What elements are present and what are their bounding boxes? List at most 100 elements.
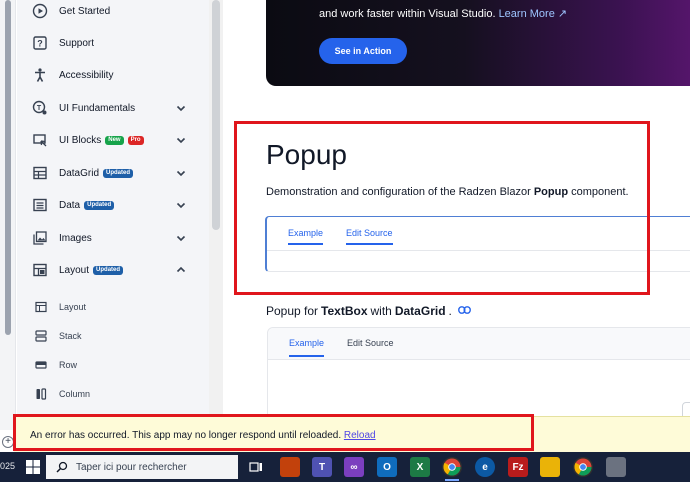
sidebar-item-label: Layout <box>59 264 90 276</box>
taskbar: 025 Taper ici pour rechercher T ∞ O X e … <box>0 452 690 482</box>
sidebar-item-label: Data <box>59 199 81 211</box>
file-explorer-icon[interactable] <box>540 457 560 477</box>
sidebar-item-accessibility[interactable]: Accessibility <box>17 59 209 91</box>
teams-icon[interactable]: T <box>312 457 332 477</box>
tab-edit-source[interactable]: Edit Source <box>346 228 393 245</box>
page-description: Demonstration and configuration of the R… <box>266 186 629 198</box>
sidebar-subitem-column[interactable]: Column <box>17 380 209 408</box>
sidebar-subitem-label: Row <box>59 360 78 370</box>
windows-start-icon[interactable] <box>26 460 40 474</box>
pro-badge: Pro <box>127 135 144 145</box>
new-badge: New <box>105 135 124 145</box>
updated-badge: Updated <box>84 200 115 210</box>
sidebar-subitem-stack[interactable]: Stack <box>17 322 209 350</box>
sidebar-item-label: Get Started <box>59 5 111 17</box>
promo-banner: and work faster within Visual Studio. Le… <box>266 0 690 86</box>
learn-more-link[interactable]: Learn More ↗ <box>499 8 568 20</box>
section-title-with: with <box>370 304 392 318</box>
sidebar-item-get-started[interactable]: Get Started <box>17 0 209 27</box>
ui-blocks-icon <box>32 132 48 148</box>
chevron-down-icon[interactable] <box>175 167 187 179</box>
sidebar-item-label: Images <box>59 232 92 244</box>
app-icon-orange[interactable] <box>280 457 300 477</box>
images-icon <box>32 230 48 246</box>
tab-example[interactable]: Example <box>289 338 325 357</box>
tab-edit-source[interactable]: Edit Source <box>347 338 394 348</box>
section-title-datagrid: DataGrid <box>394 304 446 318</box>
page-title: Popup <box>266 139 347 170</box>
sidebar-item-images[interactable]: Images <box>17 222 209 254</box>
row-icon <box>35 361 47 369</box>
tabs-divider <box>267 250 690 251</box>
layout-icon <box>32 262 48 278</box>
sidebar-item-ui-blocks[interactable]: UI Blocks New Pro <box>17 124 209 156</box>
error-banner: An error has occurred. This app may no l… <box>14 416 690 454</box>
chevron-down-icon[interactable] <box>175 102 187 114</box>
sidebar-item-layout[interactable]: Layout Updated <box>17 254 209 286</box>
svg-text:?: ? <box>37 39 43 49</box>
promo-text-body: and work faster within Visual Studio. <box>319 8 496 20</box>
updated-badge: Updated <box>103 168 134 178</box>
sidebar-item-label: Support <box>59 37 95 49</box>
help-box-icon: ? <box>32 35 48 51</box>
chrome-icon[interactable] <box>442 457 462 481</box>
chevron-down-icon[interactable] <box>175 134 187 146</box>
sidebar-item-label: DataGrid <box>59 167 100 179</box>
excel-icon[interactable]: X <box>410 457 430 477</box>
sidebar-item-data[interactable]: Data Updated <box>17 189 209 221</box>
task-view-icon[interactable] <box>246 457 266 477</box>
taskbar-clock-fragment: 025 <box>0 461 16 471</box>
expand-icon[interactable]: + <box>2 436 14 448</box>
section-title-period: . <box>448 304 452 318</box>
ui-fundamentals-icon: T <box>32 100 48 116</box>
sidebar-scroll-thumb[interactable] <box>212 0 220 230</box>
sidebar-item-datagrid[interactable]: DataGrid Updated <box>17 157 209 189</box>
sidebar-item-ui-fundamentals[interactable]: T UI Fundamentals <box>17 92 209 124</box>
stack-icon <box>35 330 47 342</box>
svg-text:T: T <box>37 105 42 112</box>
sidebar-subitem-label: Column <box>59 389 91 399</box>
chrome-icon[interactable] <box>573 457 593 477</box>
description-component-name: Popup <box>533 186 569 198</box>
page-tabs: Example Edit Source <box>265 216 690 272</box>
grid-icon <box>32 165 48 181</box>
page: + Get Started ? Support Accessibility T … <box>0 0 690 482</box>
see-in-action-button[interactable]: See in Action <box>319 38 407 64</box>
sidebar-item-label: UI Fundamentals <box>59 102 136 114</box>
outlook-icon[interactable]: O <box>377 457 397 477</box>
sidebar-subitem-row[interactable]: Row <box>17 351 209 379</box>
sidebar-subitem-label: Layout <box>59 302 87 312</box>
data-list-icon <box>32 197 48 213</box>
filezilla-icon[interactable]: Fz <box>508 457 528 477</box>
error-message-text: An error has occurred. This app may no l… <box>30 430 342 441</box>
section-title-textbox: TextBox <box>321 304 368 318</box>
visual-studio-icon[interactable]: ∞ <box>344 457 364 477</box>
sidebar-item-support[interactable]: ? Support <box>17 27 209 59</box>
sidebar-subitem-label: Stack <box>59 331 82 341</box>
paint-icon[interactable] <box>606 457 626 477</box>
column-icon <box>36 388 47 400</box>
taskbar-search[interactable]: Taper ici pour rechercher <box>46 455 238 479</box>
description-suffix: component. <box>568 186 629 198</box>
edge-icon[interactable]: e <box>475 457 495 477</box>
taskbar-search-placeholder: Taper ici pour rechercher <box>76 461 187 473</box>
sidebar-subitem-layout[interactable]: Layout <box>17 293 209 321</box>
chevron-up-icon[interactable] <box>175 264 187 276</box>
tab-example[interactable]: Example <box>288 228 324 245</box>
demo-tabs: Example Edit Source <box>268 328 690 360</box>
error-message: An error has occurred. This app may no l… <box>30 430 376 441</box>
sidebar-item-label: Accessibility <box>59 69 114 81</box>
chevron-down-icon[interactable] <box>175 199 187 211</box>
sidebar-item-label: UI Blocks <box>59 134 102 146</box>
chevron-down-icon[interactable] <box>175 232 187 244</box>
search-icon <box>56 461 68 473</box>
reload-link[interactable]: Reload <box>344 430 376 441</box>
section-title: Popup for TextBox with DataGrid. <box>266 304 471 318</box>
play-circle-icon <box>32 3 48 19</box>
updated-badge: Updated <box>93 265 124 275</box>
section-title-text: Popup for <box>266 304 319 318</box>
description-text: Demonstration and configuration of the R… <box>266 186 534 198</box>
edge-scrollbar[interactable] <box>5 0 11 335</box>
promo-text: and work faster within Visual Studio. Le… <box>319 7 567 20</box>
link-icon[interactable] <box>457 305 471 317</box>
